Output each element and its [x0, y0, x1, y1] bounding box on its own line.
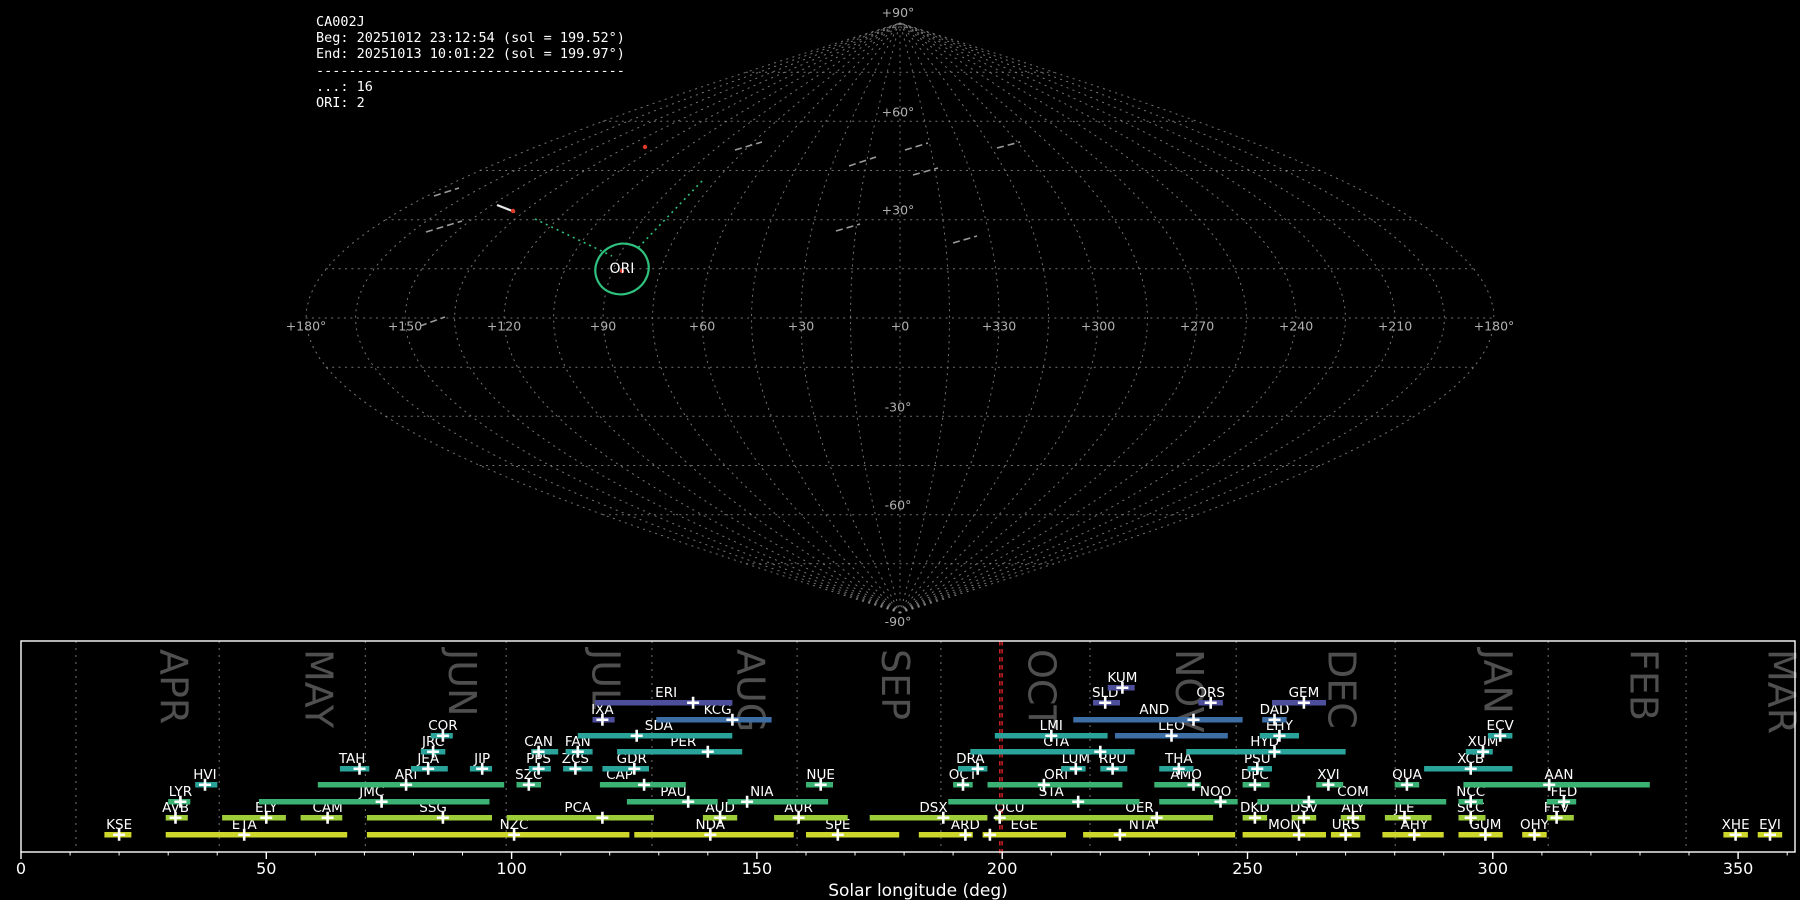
- shower-peak-marker: [631, 730, 643, 742]
- shower-peak-marker: [1114, 829, 1126, 841]
- shower-activity-bar: [367, 832, 630, 838]
- sporadic-meteor-trail: [905, 143, 928, 150]
- month-label: JUN: [440, 647, 484, 716]
- shower-code-label: TAH: [338, 751, 366, 767]
- shower-code-label: NIA: [750, 784, 774, 800]
- month-label: DEC: [1320, 649, 1364, 729]
- meteor-begin-point: [643, 145, 647, 149]
- month-label: FEB: [1621, 649, 1665, 721]
- shower-peak-marker: [984, 829, 996, 841]
- map-longitude-label: +270: [1180, 319, 1214, 334]
- shower-meteor-trail: [535, 219, 612, 256]
- map-longitude-label: +240: [1279, 319, 1313, 334]
- x-tick-label: 300: [1478, 859, 1509, 878]
- shower-activity-bar: [806, 832, 899, 838]
- shower-code-label: NOO: [1200, 784, 1231, 800]
- sporadic-meteor-trail: [420, 317, 445, 326]
- x-tick-label: 0: [16, 859, 26, 878]
- shower-meteor-trail: [636, 181, 702, 250]
- sporadic-count: ...: 16: [316, 79, 625, 95]
- shower-code-label: KSE: [106, 817, 132, 833]
- sporadic-meteor-trail: [735, 142, 762, 150]
- shower-code-label: CAN: [524, 734, 553, 750]
- map-meridian: [900, 23, 1049, 613]
- shower-code-label: OHY: [1520, 817, 1550, 833]
- shower-code-label: LYR: [169, 784, 192, 800]
- map-longitude-label: +120: [487, 319, 521, 334]
- shower-code-label: EVI: [1759, 817, 1781, 833]
- shower-code-label: JIP: [473, 751, 490, 767]
- observation-summary: CA002J Beg: 20251012 23:12:54 (sol = 199…: [316, 14, 625, 111]
- sporadic-meteor-trail: [953, 236, 977, 243]
- shower-code-label: ERI: [655, 685, 677, 701]
- x-axis-title: Solar longitude (deg): [828, 881, 1008, 900]
- shower-activity-bar: [1083, 832, 1235, 838]
- x-tick-label: 50: [256, 859, 276, 878]
- map-longitude-label: +90: [590, 319, 616, 334]
- map-latitude-label: +90°: [882, 5, 915, 20]
- end-time: End: 20251013 10:01:22 (sol = 199.97°): [316, 46, 625, 62]
- sporadic-meteor-trail: [913, 168, 938, 175]
- shower-code-label: KUM: [1107, 670, 1137, 686]
- shower-peak-marker: [687, 697, 699, 709]
- month-label: MAY: [296, 649, 340, 729]
- shower-code-label: QUA: [1392, 767, 1423, 783]
- shower-code-label: GEM: [1289, 685, 1320, 701]
- month-label: JUL: [583, 647, 627, 709]
- month-label: MAR: [1759, 649, 1800, 734]
- sporadic-meteor-trail: [434, 188, 459, 196]
- shower-code-label: AND: [1139, 702, 1169, 718]
- shower-code-label: NUE: [806, 767, 835, 783]
- shower-code-label: XVI: [1317, 767, 1339, 783]
- shower-peak-marker: [638, 779, 650, 791]
- meteor-begin-point: [511, 209, 515, 213]
- shower-code-label: XHE: [1722, 817, 1750, 833]
- shower-code-label: LMI: [1040, 718, 1063, 734]
- x-tick-label: 250: [1232, 859, 1263, 878]
- map-longitude-label: +180°: [1474, 319, 1515, 334]
- shower-code-label: HVI: [193, 767, 216, 783]
- map-latitude-label: -60°: [885, 498, 912, 513]
- shower-peak-marker: [1072, 796, 1084, 808]
- sporadic-meteor-trail: [997, 142, 1020, 148]
- radiant-label: ORI: [610, 261, 635, 277]
- shower-peak-marker: [596, 812, 608, 824]
- begin-time: Beg: 20251012 23:12:54 (sol = 199.52°): [316, 30, 625, 46]
- map-longitude-label: +300: [1081, 319, 1115, 334]
- meteor-station-screen: +180° +150 +120 +90 +60 +30 +0 +330 +300 +270 +240…: [0, 0, 1800, 900]
- sporadic-meteor-trail: [426, 221, 462, 232]
- sky-map-and-activity-chart: +180° +150 +120 +90 +60 +30 +0 +330 +300 +270 +240…: [0, 0, 1800, 900]
- shower-code-label: ORS: [1196, 685, 1225, 701]
- x-tick-label: 150: [742, 859, 773, 878]
- map-latitude-label: -90°: [885, 614, 912, 629]
- map-longitude-label: +330: [982, 319, 1016, 334]
- shower-code-label: DSX: [919, 800, 947, 816]
- x-tick-label: 200: [987, 859, 1018, 878]
- station-code: CA002J: [316, 14, 625, 30]
- map-longitude-label: +180°: [286, 319, 327, 334]
- x-tick-label: 100: [496, 859, 527, 878]
- x-tick-label: 350: [1723, 859, 1754, 878]
- map-longitude-label: +0: [891, 319, 909, 334]
- month-label: APR: [152, 649, 196, 724]
- shower-code-label: AAN: [1545, 767, 1574, 783]
- map-latitude-label: -30°: [885, 399, 912, 414]
- separator: --------------------------------------: [316, 63, 625, 79]
- shower-code-label: COR: [428, 718, 457, 734]
- map-longitude-label: +210: [1378, 319, 1412, 334]
- sporadic-meteor-trail: [849, 157, 876, 166]
- month-label: SEP: [873, 649, 917, 720]
- map-longitude-label: +60: [689, 319, 715, 334]
- map-latitude-label: +30°: [882, 203, 915, 218]
- map-longitude-label: +30: [788, 319, 814, 334]
- map-longitude-label: +150: [388, 319, 422, 334]
- map-latitude-label: +60°: [882, 104, 915, 119]
- month-label: JAN: [1476, 647, 1520, 714]
- shower-code-label: ECV: [1487, 718, 1515, 734]
- shower-count: ORI: 2: [316, 95, 625, 111]
- shower-code-label: PCA: [564, 800, 592, 816]
- shower-peak-marker: [702, 746, 714, 758]
- map-meridian: [603, 23, 900, 613]
